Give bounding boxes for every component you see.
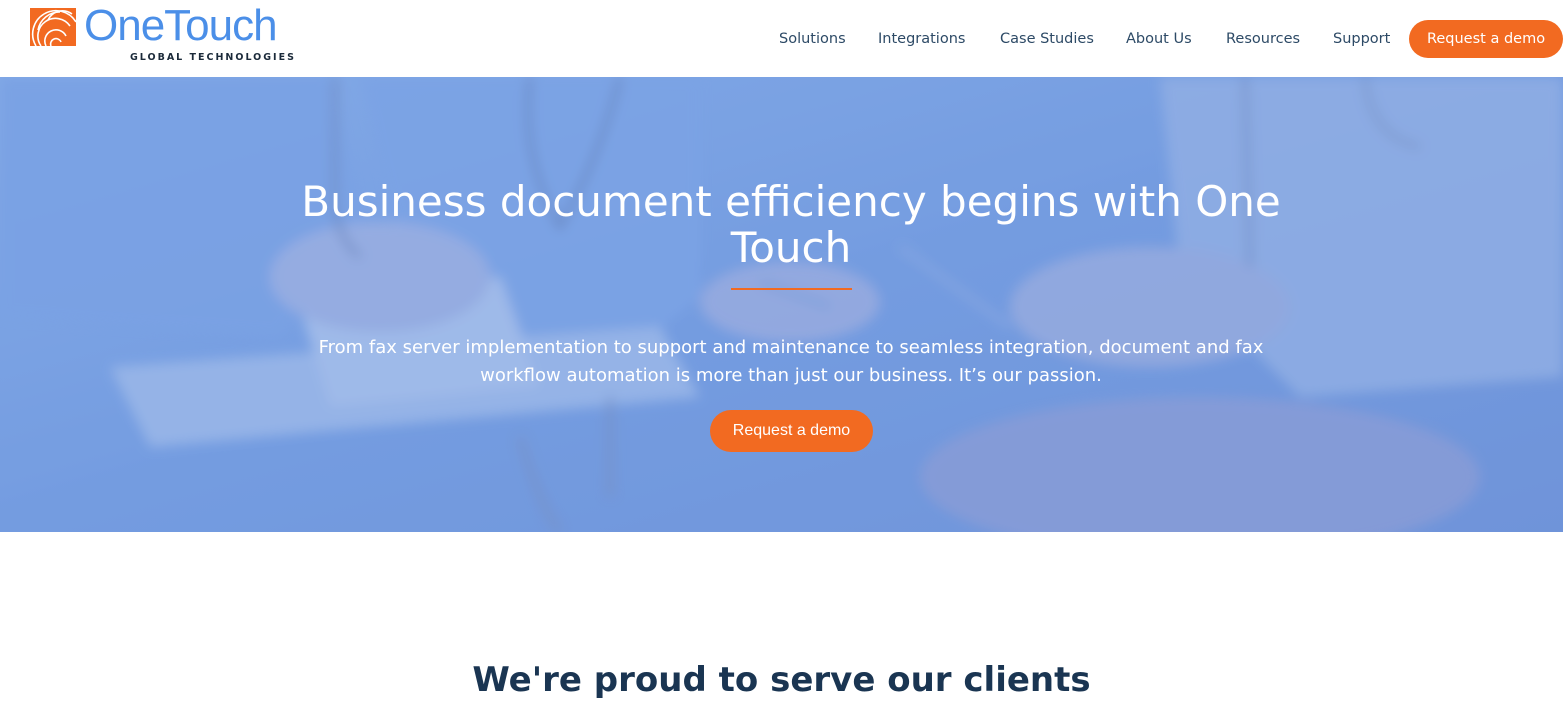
hero-title: Business document efficiency begins with… — [301, 177, 1281, 272]
header-request-demo-button[interactable]: Request a demo — [1409, 20, 1563, 58]
nav-case-studies[interactable]: Case Studies — [1000, 20, 1094, 58]
hero-divider — [731, 288, 852, 290]
hero-subtitle: From fax server implementation to suppor… — [318, 337, 1264, 386]
nav-integrations[interactable]: Integrations — [878, 20, 965, 58]
logo-wordmark: OneTouch — [84, 1, 278, 50]
nav-resources[interactable]: Resources — [1226, 20, 1300, 58]
nav-about-us[interactable]: About Us — [1126, 20, 1192, 58]
main-nav: Solutions Integrations Case Studies Abou… — [763, 20, 1563, 58]
hero-section: Business document efficiency begins with… — [0, 77, 1563, 532]
nav-support[interactable]: Support — [1333, 20, 1390, 58]
nav-solutions[interactable]: Solutions — [779, 20, 846, 58]
hero-request-demo-button[interactable]: Request a demo — [710, 410, 873, 452]
fingerprint-logo-icon — [30, 8, 76, 46]
hero-overlay — [0, 77, 1563, 532]
site-header: OneTouch GLOBAL TECHNOLOGIES Solutions I… — [0, 0, 1563, 77]
site-logo[interactable]: OneTouch GLOBAL TECHNOLOGIES — [30, 2, 320, 66]
logo-tagline: GLOBAL TECHNOLOGIES — [130, 52, 296, 63]
clients-section-title: We're proud to serve our clients — [472, 660, 1091, 700]
